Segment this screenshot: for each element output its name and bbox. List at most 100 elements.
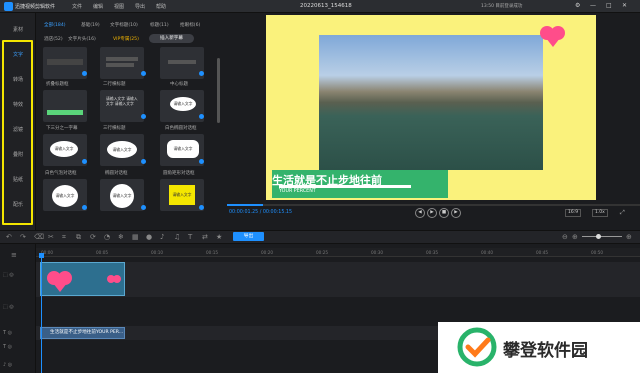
insert-subtitle-button[interactable]: 插入新字幕 (149, 34, 194, 43)
add-badge-icon[interactable] (141, 205, 146, 210)
template-text: 请输入文字 (50, 141, 78, 157)
playhead[interactable] (41, 257, 42, 373)
undo-icon[interactable]: ↶ (6, 233, 12, 241)
text-icon[interactable]: T (188, 233, 192, 241)
tab-eye-catching[interactable]: 抢眼标(6) (180, 22, 200, 28)
zoom-in-icon[interactable]: ⊕ (572, 233, 578, 241)
add-badge-icon[interactable] (199, 71, 204, 76)
nav-media[interactable]: 素材 (0, 20, 36, 40)
template-thumb[interactable] (100, 47, 144, 79)
export-button[interactable]: 导出 (233, 232, 264, 241)
stop-button[interactable]: ■ (439, 208, 449, 218)
add-badge-icon[interactable] (82, 159, 87, 164)
tab-vip[interactable]: VIP专属(25) (113, 36, 139, 42)
prev-frame-button[interactable]: ◀ (415, 208, 425, 218)
tab-intro[interactable]: 文字片头(16) (68, 36, 96, 42)
track-headers: ≡ ⬚ ◎ ⬚ ◎ T ◎ T ◎ ♪ ◎ (0, 244, 36, 373)
template-thumb[interactable]: 请输入文字 (160, 179, 204, 211)
preview-subtitle-sub[interactable]: YOUR PERCENT (279, 189, 316, 194)
audio-track-icon[interactable]: ♪ ◎ (3, 362, 12, 368)
mic-icon[interactable]: ♪ (160, 233, 164, 241)
template-thumb[interactable]: 请输入文字 (100, 179, 144, 211)
add-badge-icon[interactable] (199, 159, 204, 164)
maximize-button[interactable]: □ (606, 2, 612, 9)
app-logo-icon (4, 2, 13, 11)
zoom-slider-knob[interactable] (596, 234, 601, 239)
sticker-track[interactable] (36, 262, 640, 297)
ruler-tick: 00:15 (206, 250, 219, 255)
add-badge-icon[interactable] (199, 205, 204, 210)
preview-photo[interactable] (319, 35, 543, 170)
mosaic-icon[interactable]: ▦ (132, 233, 139, 241)
speed-icon[interactable]: ◔ (104, 233, 110, 241)
template-label: 折叠标题框 (46, 82, 69, 87)
track-menu-icon[interactable]: ≡ (11, 251, 17, 259)
template-thumb[interactable]: 请输入文字 (160, 134, 204, 166)
template-thumb[interactable]: 请输入文字 (43, 134, 87, 166)
timeline-toolbar (0, 230, 640, 244)
rotate-icon[interactable]: ⟳ (90, 233, 96, 241)
ruler-tick: 00:05 (96, 250, 109, 255)
tab-text-title[interactable]: 文字标题(10) (110, 22, 138, 28)
menu-edit[interactable]: 编辑 (93, 3, 103, 10)
settings-icon[interactable]: ⚙ (575, 2, 580, 9)
text-track-icon[interactable]: T ◎ (3, 330, 12, 336)
zoom-select[interactable]: 1.0x (592, 209, 608, 217)
template-thumb[interactable]: 请输入文字 (160, 90, 204, 122)
video-track-icon[interactable]: ⬚ ◎ (3, 304, 14, 310)
play-button[interactable]: ▶ (427, 208, 437, 218)
add-badge-icon[interactable] (82, 71, 87, 76)
panel-scrollbar[interactable] (217, 58, 220, 123)
tab-title[interactable]: 标题(11) (150, 22, 169, 28)
redo-icon[interactable]: ↷ (20, 233, 26, 241)
template-thumb[interactable]: 请输入文字 (100, 134, 144, 166)
aspect-ratio-select[interactable]: 16:9 (565, 209, 582, 217)
timeline-ruler[interactable] (36, 248, 640, 257)
close-button[interactable]: ✕ (622, 2, 627, 9)
voice-icon[interactable]: ♫ (174, 233, 180, 241)
menu-export[interactable]: 导出 (135, 3, 145, 10)
menu-help[interactable]: 帮助 (156, 3, 166, 10)
template-thumb[interactable]: 请输入文字 请输入文字 请输入文字 (100, 90, 144, 122)
transition-icon[interactable]: ⇄ (202, 233, 208, 241)
zoom-out-icon[interactable]: ⊖ (562, 233, 568, 241)
tab-hotel[interactable]: 酒店(52) (44, 36, 63, 42)
zoom-reset-icon[interactable]: ⊕ (626, 233, 632, 241)
copy-icon[interactable]: ⧉ (76, 233, 81, 242)
template-thumb[interactable] (43, 47, 87, 79)
playhead-handle[interactable] (39, 253, 44, 258)
file-title: 20220613_154618 (300, 3, 352, 9)
vip-icon[interactable]: ★ (216, 233, 222, 241)
fullscreen-icon[interactable]: ⤢ (620, 209, 625, 217)
crop-icon[interactable]: ⌗ (62, 233, 66, 242)
ruler-tick: 00:25 (316, 250, 329, 255)
add-badge-icon[interactable] (199, 114, 204, 119)
playback-progress[interactable] (227, 204, 640, 206)
add-badge-icon[interactable] (141, 114, 146, 119)
menu-view[interactable]: 视图 (114, 3, 124, 10)
text-clip[interactable]: 生活就是不止步地往前YOUR PER... (40, 327, 125, 339)
minimize-button[interactable]: — (590, 2, 596, 9)
freeze-icon[interactable]: ❄ (118, 233, 124, 241)
template-thumb[interactable] (160, 47, 204, 79)
delete-icon[interactable]: ⌫ (34, 233, 44, 241)
template-text: 请输入文字 (52, 185, 78, 207)
record-icon[interactable]: ● (146, 233, 152, 241)
tab-basic[interactable]: 基础(19) (81, 22, 100, 28)
next-frame-button[interactable]: ▶ (451, 208, 461, 218)
add-badge-icon[interactable] (141, 159, 146, 164)
menu-file[interactable]: 文件 (72, 3, 82, 10)
template-thumb[interactable] (43, 90, 87, 122)
template-thumb[interactable]: 请输入文字 (43, 179, 87, 211)
template-text: 请输入文字 (107, 141, 137, 158)
add-badge-icon[interactable] (141, 71, 146, 76)
split-icon[interactable]: ✂ (48, 233, 54, 241)
sticker-clip[interactable] (40, 262, 125, 296)
zoom-slider[interactable] (582, 236, 622, 237)
login-status[interactable]: 13:50 目前登录成功 (481, 3, 522, 9)
template-label: 中心标题 (170, 82, 188, 87)
text-track-icon-2[interactable]: T ◎ (3, 344, 12, 350)
add-badge-icon[interactable] (82, 205, 87, 210)
tab-all[interactable]: 全部(184) (44, 22, 66, 28)
fx-track-icon[interactable]: ⬚ ◎ (3, 272, 14, 278)
